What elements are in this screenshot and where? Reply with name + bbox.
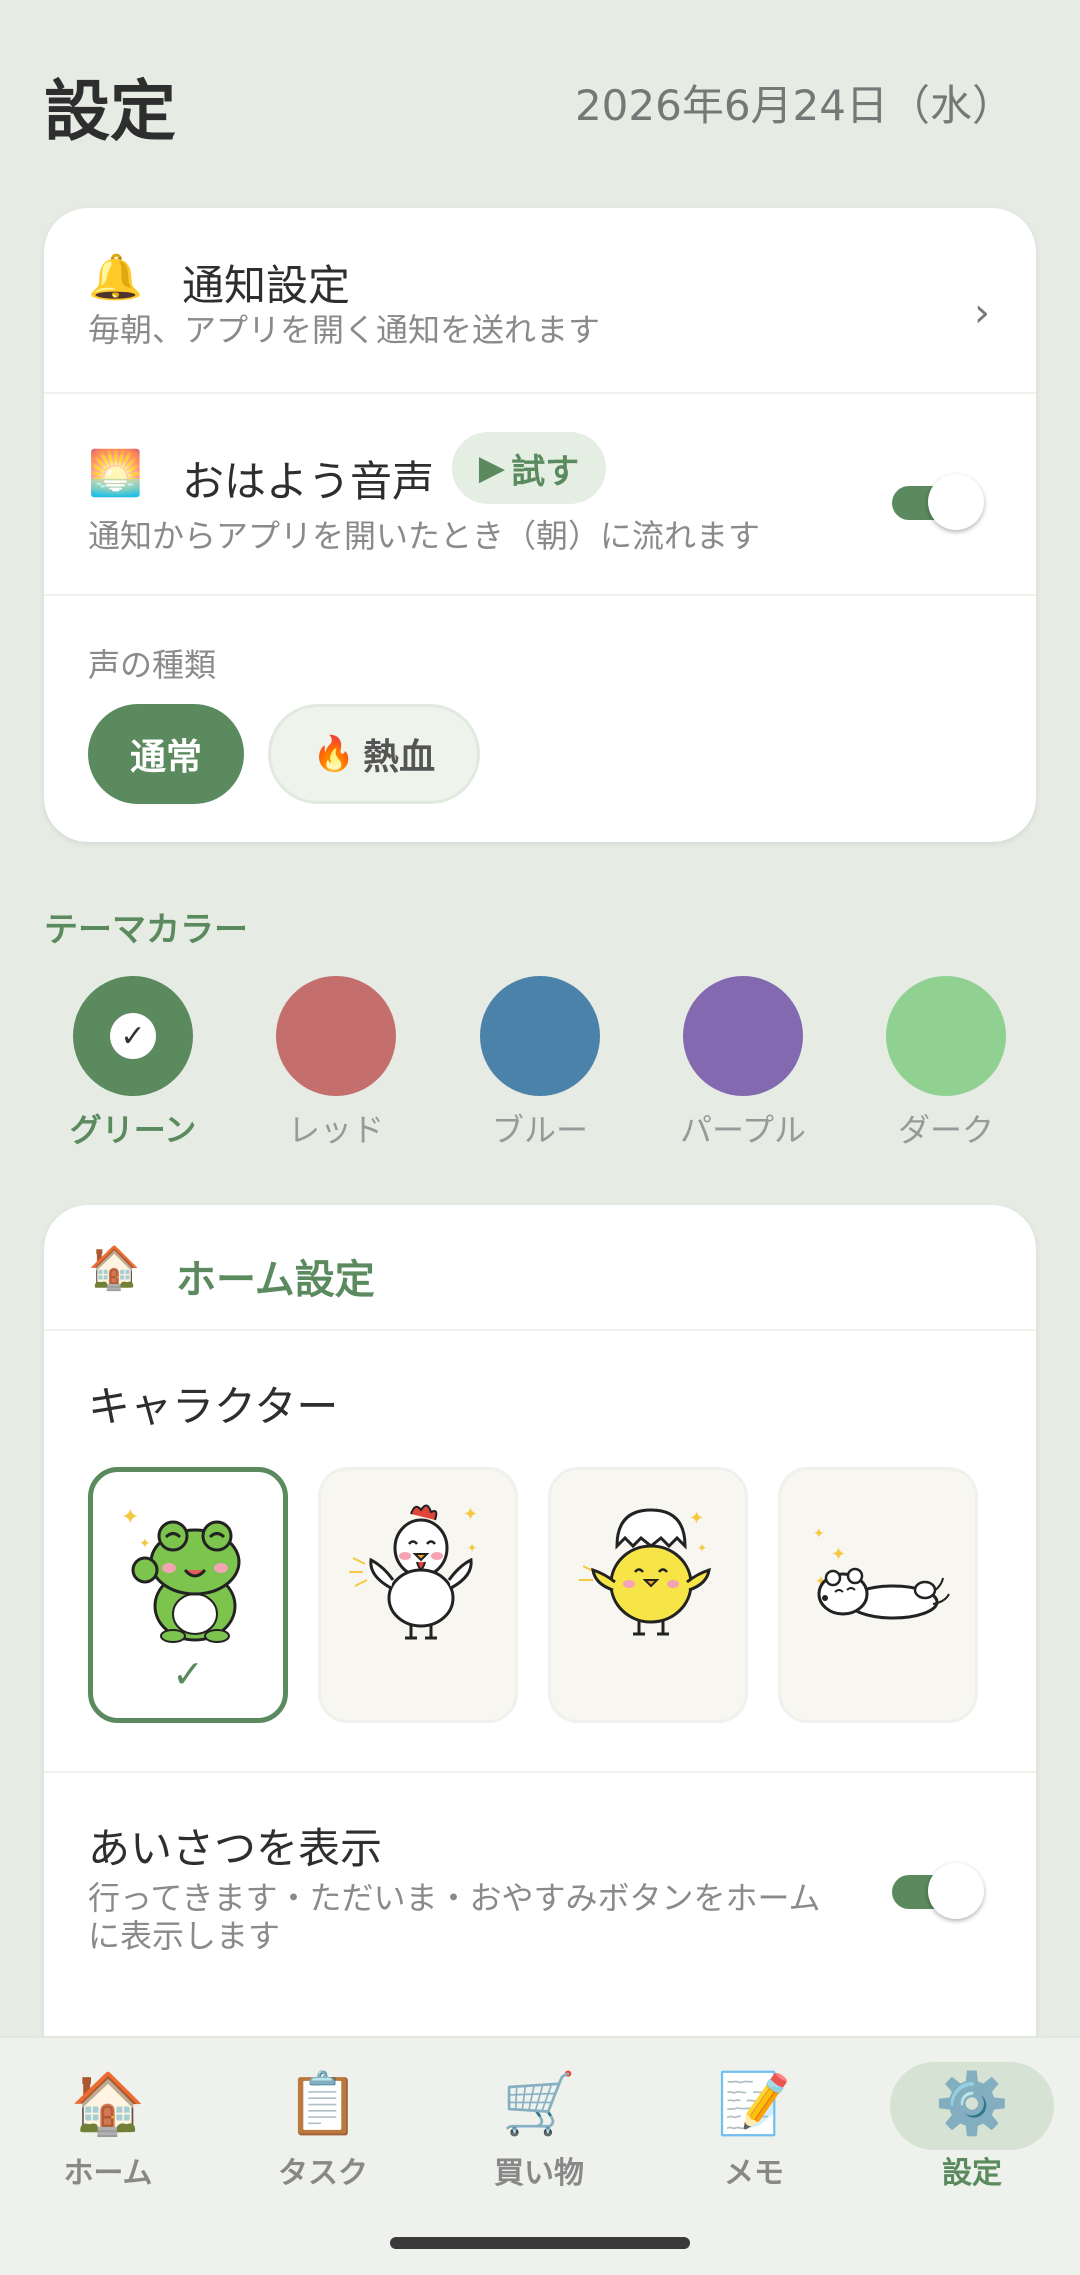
cart-icon: 🛒 <box>501 2069 577 2139</box>
home-settings-card: 🏠 ホーム設定 キャラクター ✦ ✦ ✓ ✦ ✦ ✦ ✦ ✦ ✦ ✦ あいさつを… <box>44 1205 1036 2105</box>
fire-icon: 🔥 <box>312 734 356 774</box>
divider <box>44 594 1036 596</box>
check-icon: ✓ <box>172 1652 204 1696</box>
chick-character-image: ✦ ✦ <box>579 1508 711 1636</box>
voice-option-passion[interactable]: 🔥 熱血 <box>268 704 480 804</box>
theme-label-green: グリーン <box>69 1111 197 1149</box>
polar-bear-character-image: ✦ ✦ ✦ <box>813 1526 950 1620</box>
theme-label-dark: ダーク <box>897 1111 994 1149</box>
svg-text:✦: ✦ <box>831 1544 846 1565</box>
notification-settings-row[interactable]: 🔔 通知設定 毎朝、アプリを開く通知を送れます › <box>44 208 1036 392</box>
home-indicator[interactable] <box>390 2237 690 2249</box>
nav-item-shopping[interactable]: 🛒 買い物 <box>459 2068 619 2191</box>
check-icon: ✓ <box>110 1013 156 1059</box>
character-heading: キャラクター <box>88 1382 339 1431</box>
svg-text:✦: ✦ <box>121 1505 139 1530</box>
try-voice-button[interactable]: ▶ 試す <box>452 432 606 504</box>
nav-label-tasks: タスク <box>278 2156 368 2191</box>
svg-text:✦: ✦ <box>467 1541 477 1555</box>
theme-swatch-green[interactable]: ✓ <box>73 976 193 1096</box>
greeting-subtitle: 行ってきます・ただいま・おやすみボタンをホームに表示します <box>88 1879 821 1956</box>
gear-icon: ⚙️ <box>934 2069 1010 2139</box>
morning-voice-subtitle: 通知からアプリを開いたとき（朝）に流れます <box>88 517 761 555</box>
nav-item-home[interactable]: 🏠 ホーム <box>28 2068 188 2191</box>
home-settings-title: ホーム設定 <box>176 1257 375 1303</box>
theme-swatch-red[interactable] <box>276 976 396 1096</box>
notification-settings-title: 通知設定 <box>182 261 351 310</box>
divider <box>44 1329 1036 1331</box>
theme-label-purple: パープル <box>679 1111 807 1149</box>
divider <box>44 1771 1036 1773</box>
notification-settings-card: 🔔 通知設定 毎朝、アプリを開く通知を送れます › 🌅 おはよう音声 通知からア… <box>44 208 1036 842</box>
voice-option-normal[interactable]: 通常 <box>88 704 244 804</box>
clipboard-icon: 📋 <box>285 2069 361 2139</box>
character-option-polar-bear[interactable]: ✦ ✦ ✦ <box>778 1467 978 1723</box>
nav-label-settings: 設定 <box>942 2156 1002 2191</box>
svg-text:✦: ✦ <box>689 1508 704 1529</box>
character-option-chick[interactable]: ✦ ✦ <box>548 1467 748 1723</box>
sunrise-icon: 🌅 <box>88 448 143 499</box>
morning-voice-toggle[interactable] <box>892 474 984 530</box>
theme-label-blue: ブルー <box>491 1111 588 1149</box>
svg-text:✦: ✦ <box>139 1536 151 1552</box>
character-option-chicken[interactable]: ✦ ✦ <box>318 1467 518 1723</box>
nav-label-shopping: 買い物 <box>494 2156 584 2191</box>
nav-label-home: ホーム <box>63 2156 153 2191</box>
toggle-knob <box>928 474 984 530</box>
svg-text:✦: ✦ <box>813 1526 825 1542</box>
house-icon: 🏠 <box>88 1243 141 1292</box>
notification-settings-subtitle: 毎朝、アプリを開く通知を送れます <box>88 311 601 349</box>
svg-text:✦: ✦ <box>697 1541 707 1555</box>
svg-text:✦: ✦ <box>463 1504 478 1525</box>
bell-icon: 🔔 <box>88 252 143 303</box>
nav-label-memo: メモ <box>724 2156 784 2191</box>
theme-swatch-blue[interactable] <box>480 976 600 1096</box>
try-voice-label: 試す <box>511 451 580 492</box>
greeting-title: あいさつを表示 <box>88 1824 383 1873</box>
character-option-frog[interactable]: ✦ ✦ ✓ <box>88 1467 288 1723</box>
frog-character-image: ✦ ✦ <box>121 1505 241 1643</box>
nav-item-settings[interactable]: ⚙️ 設定 <box>892 2068 1052 2191</box>
house-icon: 🏠 <box>70 2069 146 2139</box>
chevron-right-icon: › <box>974 290 990 336</box>
voice-option-label: 通常 <box>129 737 202 778</box>
voice-type-label: 声の種類 <box>88 646 217 684</box>
nav-item-tasks[interactable]: 📋 タスク <box>243 2068 403 2191</box>
play-icon: ▶ <box>478 448 506 488</box>
memo-icon: 📝 <box>716 2069 792 2139</box>
greeting-toggle[interactable] <box>892 1863 984 1919</box>
voice-option-label: 熱血 <box>363 737 436 778</box>
page-date: 2026年6月24日（水） <box>574 81 1014 130</box>
theme-label-red: レッド <box>287 1111 384 1149</box>
morning-voice-title: おはよう音声 <box>182 457 435 506</box>
theme-swatch-purple[interactable] <box>683 976 803 1096</box>
theme-swatch-dark[interactable] <box>886 976 1006 1096</box>
theme-color-heading: テーマカラー <box>44 910 248 950</box>
toggle-knob <box>928 1863 984 1919</box>
page-title: 設定 <box>44 73 176 150</box>
chicken-character-image: ✦ ✦ <box>349 1504 478 1640</box>
nav-item-memo[interactable]: 📝 メモ <box>674 2068 834 2191</box>
